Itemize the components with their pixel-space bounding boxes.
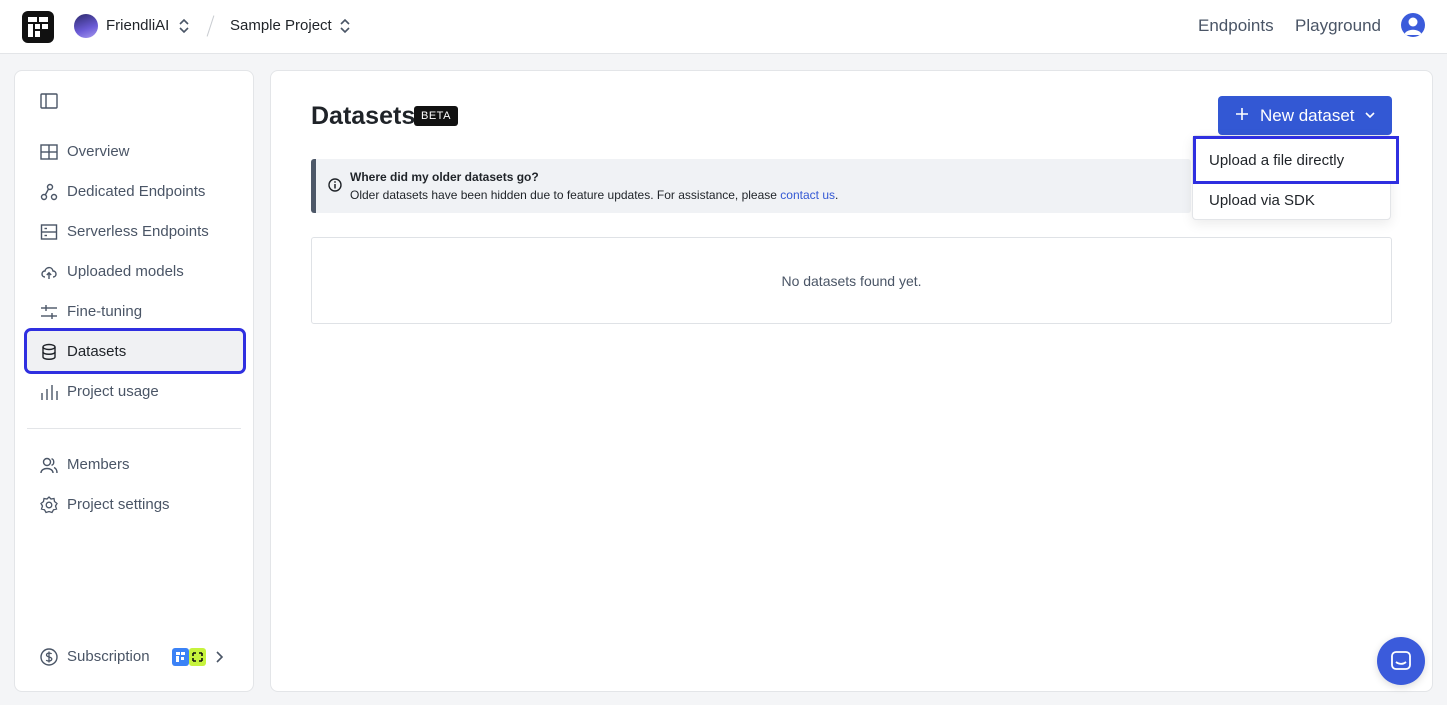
sidebar-item-label: Overview	[67, 143, 130, 160]
contact-us-link[interactable]: contact us	[780, 188, 835, 202]
info-notice: Where did my older datasets go? Older da…	[311, 159, 1191, 213]
sidebar-item-datasets[interactable]: Datasets	[24, 328, 246, 374]
sidebar-item-label: Serverless Endpoints	[67, 223, 209, 240]
info-icon	[328, 178, 342, 192]
project-switch-chevron-icon[interactable]	[339, 17, 351, 35]
chevron-down-icon	[1365, 112, 1375, 119]
notice-title: Where did my older datasets go?	[350, 170, 539, 184]
server-list-icon	[40, 224, 58, 240]
menu-item-label: Upload via SDK	[1209, 192, 1315, 209]
menu-item-upload-sdk[interactable]: Upload via SDK	[1193, 181, 1392, 219]
chat-icon	[1391, 651, 1411, 670]
database-icon	[42, 343, 56, 360]
dollar-circle-icon	[40, 648, 58, 666]
org-avatar[interactable]	[74, 14, 98, 38]
new-dataset-label: New dataset	[1260, 106, 1355, 125]
sidebar-item-label: Subscription	[67, 648, 150, 665]
nav-endpoints[interactable]: Endpoints	[1198, 16, 1274, 36]
org-switch-chevron-icon[interactable]	[178, 17, 190, 35]
menu-item-label: Upload a file directly	[1209, 152, 1345, 169]
sidebar-item-serverless-endpoints[interactable]: Serverless Endpoints	[27, 211, 243, 251]
sidebar-item-label: Fine-tuning	[67, 303, 143, 320]
sidebar-item-subscription[interactable]: Subscription	[27, 636, 243, 676]
new-dataset-button[interactable]: New dataset	[1218, 96, 1392, 135]
sidebar-item-project-settings[interactable]: Project settings	[27, 484, 243, 524]
beta-badge: BETA	[414, 106, 458, 126]
sidebar-item-members[interactable]: Members	[27, 444, 243, 484]
sidebar-item-label: Members	[67, 456, 130, 473]
sidebar-item-project-usage[interactable]: Project usage	[27, 371, 243, 411]
project-name[interactable]: Sample Project	[230, 17, 332, 34]
notice-body: Older datasets have been hidden due to f…	[350, 188, 838, 202]
subscription-plan-badge-icon	[172, 648, 206, 666]
sidebar-divider	[27, 428, 241, 429]
sidebar-item-overview[interactable]: Overview	[27, 131, 243, 171]
sidebar-item-label: Datasets	[67, 343, 127, 360]
layout-grid-icon	[40, 144, 58, 160]
notice-body-text: Older datasets have been hidden due to f…	[350, 188, 781, 202]
sidebar-toggle-icon[interactable]	[40, 93, 58, 109]
sidebar-item-label: Project usage	[67, 383, 159, 400]
friendli-logo-icon[interactable]	[22, 11, 54, 43]
sidebar-item-uploaded-models[interactable]: Uploaded models	[27, 251, 243, 291]
page-title: Datasets	[311, 102, 416, 130]
nodes-icon	[40, 183, 58, 201]
sliders-icon	[41, 305, 57, 319]
sidebar-item-label: Dedicated Endpoints	[67, 183, 206, 200]
users-icon	[40, 457, 58, 474]
empty-message: No datasets found yet.	[781, 273, 922, 289]
cloud-upload-icon	[41, 266, 57, 279]
sidebar-item-fine-tuning[interactable]: Fine-tuning	[27, 291, 243, 331]
gear-icon	[40, 496, 58, 514]
sidebar-item-label: Project settings	[67, 496, 170, 513]
nav-playground[interactable]: Playground	[1295, 16, 1381, 36]
new-dataset-menu: Upload a file directly Upload via SDK	[1192, 135, 1399, 220]
breadcrumb-separator	[206, 15, 215, 37]
menu-item-upload-file[interactable]: Upload a file directly	[1193, 136, 1399, 184]
sidebar: Overview Dedicated Endpoints Serverless …	[14, 70, 254, 692]
datasets-empty-state: No datasets found yet.	[311, 237, 1392, 324]
plus-icon	[1236, 108, 1248, 120]
chevron-right-icon[interactable]	[215, 650, 225, 664]
sidebar-item-label: Uploaded models	[67, 263, 184, 280]
bar-chart-icon	[41, 385, 58, 400]
notice-body-tail: .	[835, 188, 839, 202]
org-name[interactable]: FriendliAI	[106, 17, 169, 34]
top-bar: FriendliAI Sample Project Endpoints Play…	[0, 0, 1447, 54]
support-chat-button[interactable]	[1377, 637, 1425, 685]
user-avatar-icon[interactable]	[1401, 13, 1425, 37]
sidebar-item-dedicated-endpoints[interactable]: Dedicated Endpoints	[27, 171, 243, 211]
